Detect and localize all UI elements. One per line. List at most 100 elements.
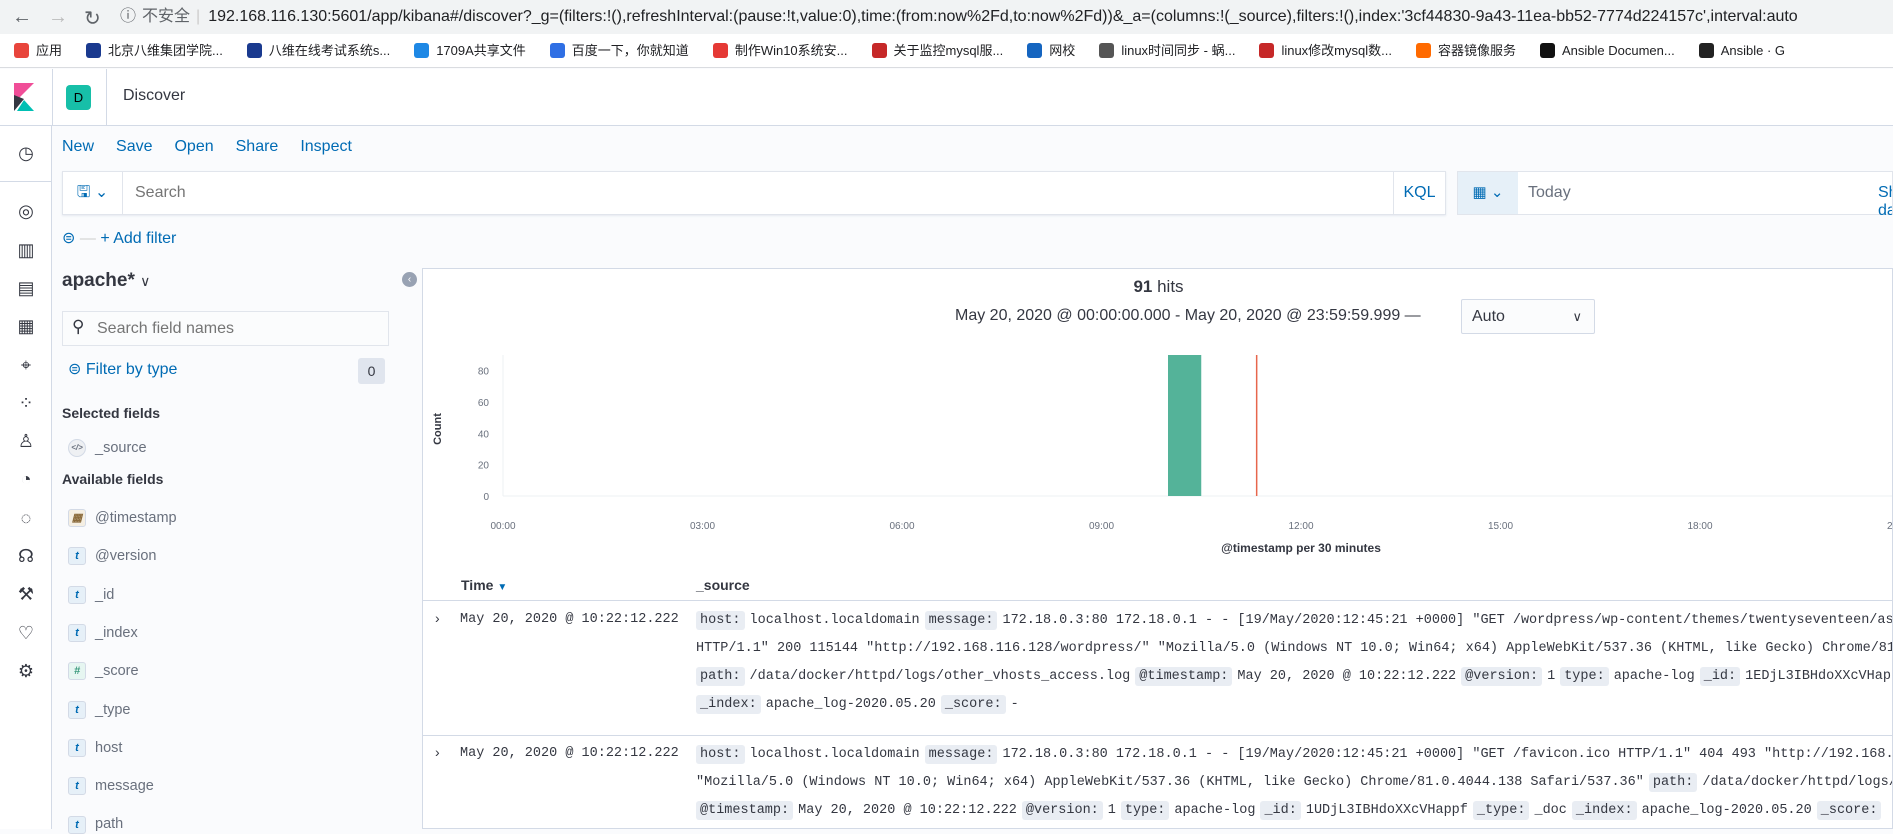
field-item[interactable]: t host — [68, 738, 122, 758]
field-value: apache_log-2020.05.20 — [1641, 803, 1812, 818]
bookmark-icon — [86, 43, 102, 58]
canvas-icon[interactable]: ▦ — [13, 313, 39, 339]
back-icon[interactable]: ← — [12, 6, 32, 29]
divider — [106, 69, 107, 126]
kibana-logo[interactable] — [14, 83, 34, 111]
bookmark[interactable]: 八维在线考试系统s... — [246, 34, 390, 67]
space-avatar[interactable]: D — [66, 85, 91, 110]
source-line: HTTP/1.1" 200 115144 "http://192.168.116… — [696, 636, 1892, 664]
bookmark[interactable]: 制作Win10系统安... — [712, 34, 848, 67]
x-tick-label: 18:00 — [1687, 521, 1712, 532]
x-tick-label: 09:00 — [1089, 521, 1114, 532]
uptime-icon[interactable]: ◌ — [13, 505, 39, 531]
left-nav: ◷ ◎ ▥ ▤ ▦ ⌖ ⁘ ♙ ◔ ◌ ☊ ⚒ ♡ ⚙ — [0, 126, 52, 829]
ml-icon[interactable]: ⁘ — [13, 390, 39, 416]
index-pattern-selector[interactable]: apache* ∨ — [62, 270, 150, 292]
field-key: _index: — [696, 695, 761, 714]
bookmark-label: 应用 — [36, 43, 63, 58]
field-key: @version: — [1461, 667, 1543, 686]
date-value[interactable]: Today — [1528, 184, 1571, 202]
open-button[interactable]: Open — [174, 138, 213, 155]
apm-icon[interactable]: ◔ — [13, 466, 39, 492]
field-key: host: — [696, 745, 745, 764]
kql-button[interactable]: KQL — [1393, 172, 1445, 214]
search-input[interactable] — [135, 180, 1335, 206]
field-item[interactable]: t _id — [68, 585, 114, 605]
chevron-down-icon: ⌄ — [94, 184, 109, 201]
forward-icon[interactable]: → — [48, 6, 68, 29]
field-key: _id: — [1699, 667, 1741, 686]
users-icon[interactable]: ♙ — [13, 428, 39, 454]
sort-down-icon[interactable]: ▼ — [497, 582, 507, 593]
new-button[interactable]: New — [62, 138, 94, 155]
bookmark[interactable]: Ansible · G — [1698, 34, 1785, 67]
field-type-icon-number: # — [68, 662, 86, 681]
bookmark[interactable]: 百度一下，你就知道 — [549, 34, 689, 67]
source-column-header: _source — [696, 577, 750, 593]
clock-icon[interactable]: ◷ — [13, 140, 39, 166]
field-item[interactable]: ▦ @timestamp — [68, 508, 177, 528]
expand-row-button[interactable]: › — [435, 610, 440, 626]
field-type-icon-string: t — [68, 738, 86, 757]
field-item[interactable]: </> _source — [68, 438, 147, 458]
bookmark[interactable]: 网校 — [1027, 34, 1075, 67]
filter-icon[interactable]: ⊜ — [62, 230, 75, 247]
histogram-bar[interactable] — [1168, 355, 1202, 496]
visualize-icon[interactable]: ▥ — [13, 237, 39, 263]
page-title: Discover — [123, 87, 186, 104]
field-item[interactable]: t @version — [68, 546, 156, 566]
field-name: _score — [95, 663, 139, 680]
field-item[interactable]: t path — [68, 814, 123, 834]
field-item[interactable]: t message — [68, 776, 154, 796]
time-column-header[interactable]: Time ▼ — [461, 577, 507, 593]
field-key: _index: — [1571, 801, 1637, 820]
field-search-input[interactable] — [97, 318, 377, 340]
bookmark-icon — [871, 43, 887, 58]
bookmark[interactable]: linux修改mysql数... — [1259, 34, 1392, 67]
field-item[interactable]: # _score — [68, 661, 139, 681]
expand-row-button[interactable]: › — [435, 744, 440, 760]
field-item[interactable]: t _index — [68, 623, 138, 643]
bookmark[interactable]: 1709A共享文件 — [414, 34, 526, 67]
field-name: _index — [95, 624, 138, 641]
compass-icon[interactable]: ◎ — [13, 198, 39, 224]
siem-icon[interactable]: ☊ — [13, 543, 39, 569]
top-menu: New Save Open Share Inspect — [62, 138, 374, 156]
bookmark[interactable]: linux时间同步 - 蜗... — [1099, 34, 1235, 67]
histogram-chart[interactable]: 0 20 40 60 80 00:00 03:00 06:00 09:00 12:00 15:00 1… — [423, 349, 1893, 589]
field-key: @timestamp: — [696, 801, 794, 820]
field-type-icon-string: t — [68, 700, 86, 719]
maps-icon[interactable]: ⌖ — [13, 352, 39, 378]
bookmark-icon — [14, 43, 29, 58]
bookmark-icon — [1698, 43, 1714, 58]
filter-by-type-button[interactable]: ⊜ Filter by type — [68, 359, 177, 379]
inspect-button[interactable]: Inspect — [300, 138, 352, 155]
bookmark[interactable]: 北京八维集团学院... — [86, 34, 223, 67]
date-picker: ▦ ⌄ Today Show dates — [1457, 171, 1893, 219]
share-button[interactable]: Share — [236, 138, 279, 155]
monitoring-icon[interactable]: ♡ — [13, 620, 39, 646]
management-icon[interactable]: ⚙ — [13, 658, 39, 684]
field-item[interactable]: t _type — [68, 700, 130, 720]
show-dates-button[interactable]: Show dates — [1878, 184, 1892, 220]
field-name: message — [95, 778, 154, 795]
bookmark[interactable]: 关于监控mysql服... — [871, 34, 1003, 67]
bookmark[interactable]: 应用 — [14, 34, 63, 67]
add-filter-button[interactable]: + Add filter — [100, 230, 176, 247]
collapse-sidebar-button[interactable]: ‹ — [402, 272, 417, 287]
hits-count: 91 hits — [423, 277, 1892, 297]
quick-menu-button[interactable]: ▦ ⌄ — [1458, 172, 1518, 214]
bookmark[interactable]: Ansible Documen... — [1539, 34, 1675, 67]
source-line: @timestamp: May 20, 2020 @ 10:22:12.222 @v… — [696, 798, 1892, 826]
dev-tools-icon[interactable]: ⚒ — [13, 581, 39, 607]
save-button[interactable]: Save — [116, 138, 152, 155]
bookmark[interactable]: 容器镜像服务 — [1415, 34, 1516, 67]
dashboard-icon[interactable]: ▤ — [13, 275, 39, 301]
address-bar[interactable]: ⓘ 不安全 | 192.168.116.130:5601/app/kibana#/di… — [120, 2, 1893, 32]
interval-select[interactable]: Auto ∨ — [1461, 299, 1595, 334]
kibana-header: D Discover — [0, 69, 1893, 126]
reload-icon[interactable]: ↻ — [84, 6, 101, 31]
field-key: message: — [924, 611, 998, 630]
field-key: @timestamp: — [1135, 667, 1233, 686]
saved-query-button[interactable]: 🖫 ⌄ — [63, 172, 123, 214]
